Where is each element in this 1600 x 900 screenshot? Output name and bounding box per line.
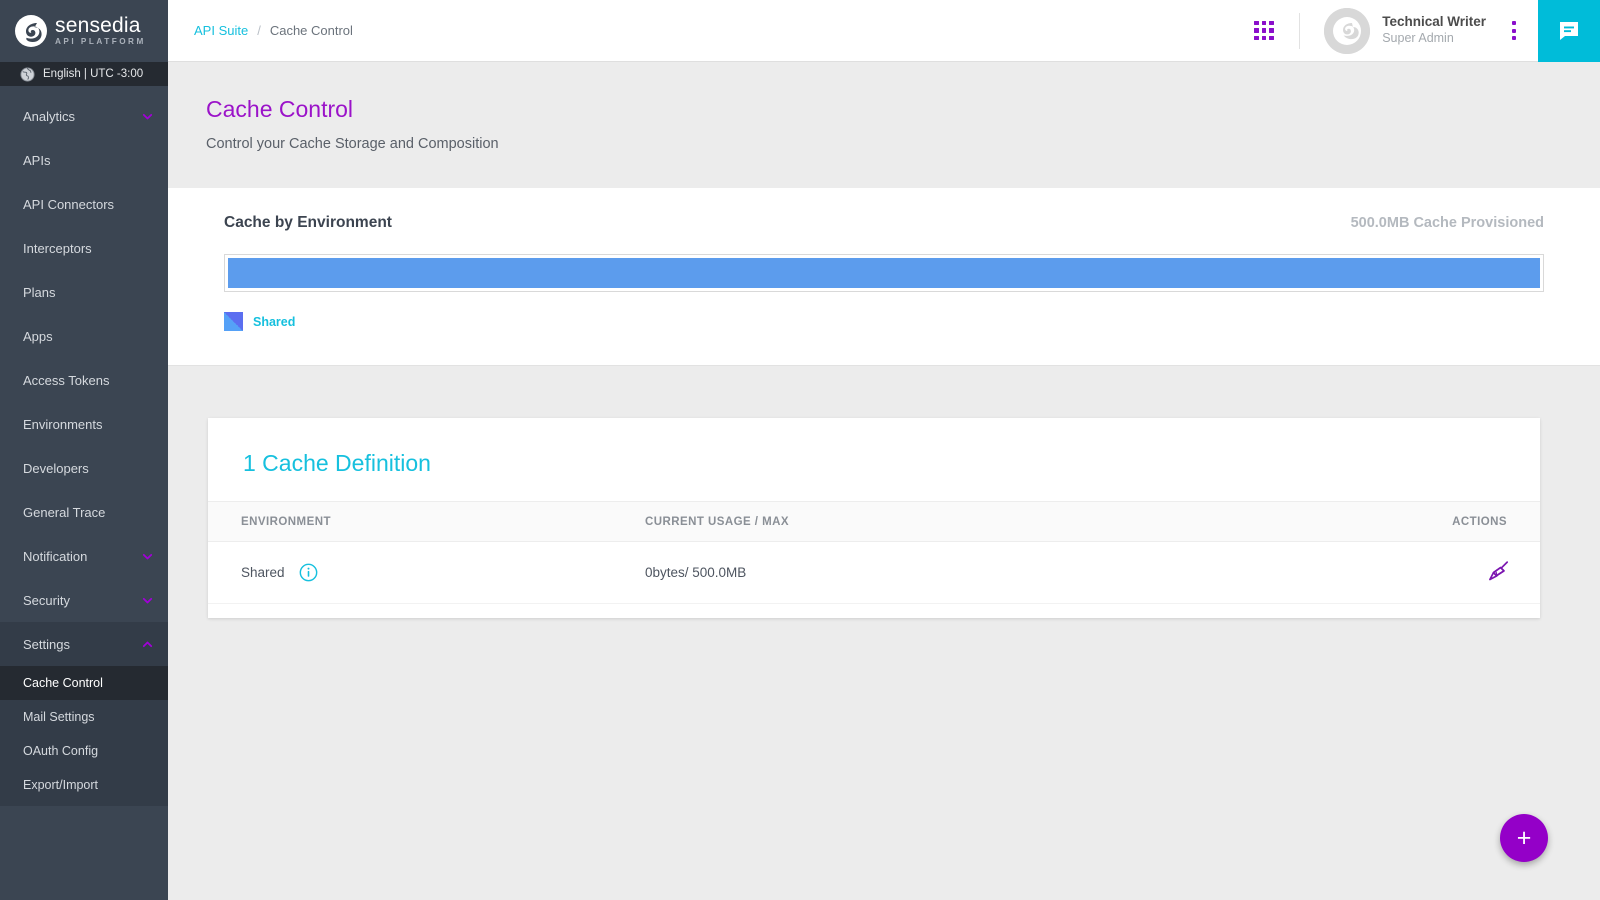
plus-icon: +	[1517, 826, 1532, 851]
cell-actions	[1413, 542, 1540, 604]
avatar[interactable]	[1324, 8, 1370, 54]
sidebar-item-settings[interactable]: Settings	[0, 622, 168, 666]
cell-current-usage: 0bytes/ 500.0MB	[633, 542, 1413, 604]
sidebar-item-general-trace[interactable]: General Trace	[0, 490, 168, 534]
chevron-down-icon	[141, 594, 154, 607]
chevron-down-icon	[141, 550, 154, 563]
sidebar-item-label: Apps	[23, 329, 154, 344]
column-header-current-usage-max: CURRENT USAGE / MAX	[633, 502, 1413, 542]
column-header-actions: ACTIONS	[1413, 502, 1540, 542]
sidebar-item-apis[interactable]: APIs	[0, 138, 168, 182]
sidebar-item-export-import[interactable]: Export/Import	[0, 768, 168, 802]
sidebar-item-oauth-config[interactable]: OAuth Config	[0, 734, 168, 768]
chevron-up-icon	[141, 638, 154, 651]
sidebar-item-security[interactable]: Security	[0, 578, 168, 622]
sidebar-item-label: Environments	[23, 417, 154, 432]
breadcrumb: API Suite / Cache Control	[168, 23, 353, 38]
cache-definition-title: 1 Cache Definition	[208, 418, 1540, 477]
cache-provisioned-label: 500.0MB Cache Provisioned	[1351, 215, 1544, 231]
cache-legend: Shared	[224, 312, 1544, 331]
locale-label: English | UTC -3:00	[43, 68, 143, 80]
sidebar-item-label: Developers	[23, 461, 154, 476]
breadcrumb-separator: /	[257, 23, 261, 38]
globe-icon	[20, 67, 35, 82]
sidebar-item-label: Access Tokens	[23, 373, 154, 388]
cache-usage-bar	[224, 254, 1544, 292]
cell-environment: Shared	[208, 542, 633, 604]
table-body: Shared 0bytes/ 500.0MB	[208, 542, 1540, 604]
environment-name: Shared	[241, 565, 285, 580]
sidebar-item-plans[interactable]: Plans	[0, 270, 168, 314]
header-right-group: Technical Writer Super Admin	[1254, 0, 1600, 61]
apps-grid-icon[interactable]	[1254, 21, 1273, 40]
sidebar-item-label: Cache Control	[23, 676, 154, 690]
sidebar-item-developers[interactable]: Developers	[0, 446, 168, 490]
sidebar-item-label: API Connectors	[23, 197, 154, 212]
locale-bar[interactable]: English | UTC -3:00	[0, 62, 168, 86]
sidebar-item-label: Analytics	[23, 109, 141, 124]
table-header-row: ENVIRONMENT CURRENT USAGE / MAX ACTIONS	[208, 502, 1540, 542]
broom-icon[interactable]	[1486, 558, 1512, 587]
user-info: Technical Writer Super Admin	[1382, 14, 1486, 47]
breadcrumb-link-api-suite[interactable]: API Suite	[194, 23, 248, 38]
sidebar-item-label: General Trace	[23, 505, 154, 520]
sidebar-item-cache-control[interactable]: Cache Control	[0, 666, 168, 700]
add-cache-definition-button[interactable]: +	[1500, 814, 1548, 862]
cache-definition-table: ENVIRONMENT CURRENT USAGE / MAX ACTIONS …	[208, 501, 1540, 604]
table-header: ENVIRONMENT CURRENT USAGE / MAX ACTIONS	[208, 502, 1540, 542]
section-title: Cache by Environment	[224, 214, 392, 232]
brand-name: sensedia	[55, 15, 146, 36]
breadcrumb-current: Cache Control	[270, 23, 353, 38]
sidebar-item-notification[interactable]: Notification	[0, 534, 168, 578]
cache-by-environment-panel: Cache by Environment 500.0MB Cache Provi…	[168, 188, 1600, 366]
sidebar-item-label: Interceptors	[23, 241, 154, 256]
header-divider	[1299, 13, 1300, 49]
top-header: API Suite / Cache Control Technical Writ…	[168, 0, 1600, 62]
sidebar: sensedia API PLATFORM English | UTC -3:0…	[0, 0, 168, 900]
sensedia-logo-icon	[14, 14, 48, 48]
user-name: Technical Writer	[1382, 14, 1486, 31]
sidebar-filler	[0, 853, 168, 900]
sidebar-item-interceptors[interactable]: Interceptors	[0, 226, 168, 270]
brand-logo-block[interactable]: sensedia API PLATFORM	[0, 0, 168, 62]
sidebar-item-apps[interactable]: Apps	[0, 314, 168, 358]
sidebar-item-mail-settings[interactable]: Mail Settings	[0, 700, 168, 734]
brand-subtitle: API PLATFORM	[55, 38, 146, 46]
chat-bubble-icon	[1557, 19, 1581, 43]
more-vertical-icon[interactable]	[1512, 21, 1516, 40]
sidebar-item-label: Settings	[23, 637, 141, 652]
sidebar-item-label: Export/Import	[23, 778, 154, 792]
environment-cell-content: Shared	[241, 563, 621, 582]
user-role: Super Admin	[1382, 31, 1486, 47]
sidebar-nav: Analytics APIs API Connectors Intercepto…	[0, 86, 168, 853]
sidebar-item-analytics[interactable]: Analytics	[0, 94, 168, 138]
sidebar-item-label: Security	[23, 593, 141, 608]
brand-text: sensedia API PLATFORM	[55, 15, 146, 46]
page-subtitle: Control your Cache Storage and Compositi…	[206, 136, 1600, 152]
sidebar-item-environments[interactable]: Environments	[0, 402, 168, 446]
cache-definition-card: 1 Cache Definition ENVIRONMENT CURRENT U…	[208, 418, 1540, 618]
legend-swatch-shared	[224, 312, 243, 331]
sidebar-item-label: Notification	[23, 549, 141, 564]
sidebar-item-api-connectors[interactable]: API Connectors	[0, 182, 168, 226]
table-row[interactable]: Shared 0bytes/ 500.0MB	[208, 542, 1540, 604]
chevron-down-icon	[141, 110, 154, 123]
sidebar-item-label: Plans	[23, 285, 154, 300]
chat-button[interactable]	[1538, 0, 1600, 62]
sidebar-item-label: APIs	[23, 153, 154, 168]
sidebar-item-label: OAuth Config	[23, 744, 154, 758]
page-header: Cache Control Control your Cache Storage…	[168, 62, 1600, 188]
cache-usage-bar-segment-shared[interactable]	[228, 258, 1540, 288]
sidebar-item-label: Mail Settings	[23, 710, 154, 724]
user-avatar-icon	[1324, 8, 1370, 54]
page-title: Cache Control	[206, 96, 1600, 123]
column-header-environment: ENVIRONMENT	[208, 502, 633, 542]
sidebar-submenu-settings: Cache Control Mail Settings OAuth Config…	[0, 666, 168, 806]
sidebar-item-access-tokens[interactable]: Access Tokens	[0, 358, 168, 402]
legend-label-shared: Shared	[253, 315, 295, 329]
info-circle-icon[interactable]	[299, 563, 318, 582]
cache-by-environment-header: Cache by Environment 500.0MB Cache Provi…	[224, 214, 1544, 232]
